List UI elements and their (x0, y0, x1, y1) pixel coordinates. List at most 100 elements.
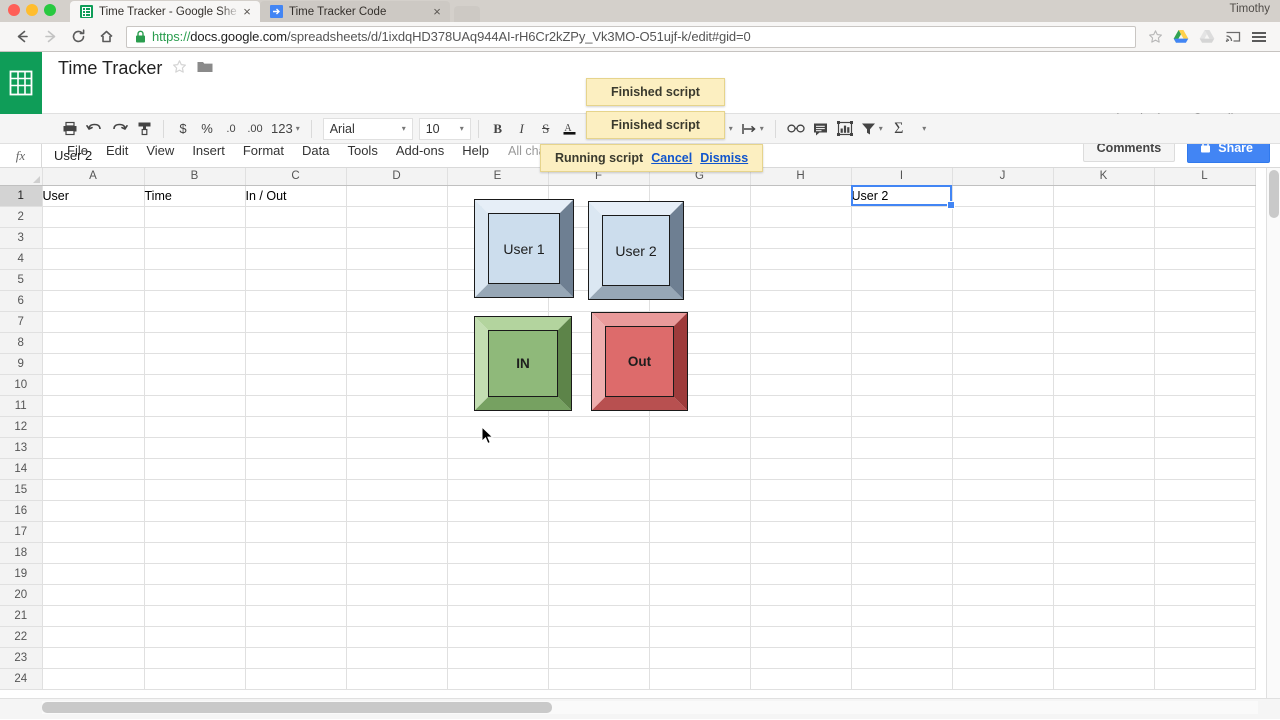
cell-K13[interactable] (1053, 437, 1154, 458)
cell-A15[interactable] (42, 479, 144, 500)
cell-G21[interactable] (649, 605, 750, 626)
cell-L4[interactable] (1154, 248, 1255, 269)
row-header-15[interactable]: 15 (0, 479, 42, 500)
cell-I11[interactable] (851, 395, 952, 416)
cell-H6[interactable] (750, 290, 851, 311)
cell-L7[interactable] (1154, 311, 1255, 332)
cell-D21[interactable] (346, 605, 447, 626)
cell-L6[interactable] (1154, 290, 1255, 311)
column-header-d[interactable]: D (346, 168, 447, 185)
spreadsheet-grid[interactable]: ABCDEFGHIJKL 1UserTimeIn / OutUser 22345… (0, 168, 1280, 698)
insert-link-icon[interactable] (783, 117, 809, 141)
font-family-select[interactable]: Arial ▾ (323, 118, 413, 140)
cell-F23[interactable] (548, 647, 649, 668)
cell-I6[interactable] (851, 290, 952, 311)
sheets-grid-icon[interactable] (0, 52, 42, 114)
cell-I5[interactable] (851, 269, 952, 290)
cell-D10[interactable] (346, 374, 447, 395)
cell-H13[interactable] (750, 437, 851, 458)
toast-cancel-link[interactable]: Cancel (651, 151, 692, 165)
cell-B7[interactable] (144, 311, 245, 332)
cell-B22[interactable] (144, 626, 245, 647)
cell-G15[interactable] (649, 479, 750, 500)
address-bar[interactable]: https://docs.google.com/spreadsheets/d/1… (126, 26, 1136, 48)
cell-D8[interactable] (346, 332, 447, 353)
column-header-e[interactable]: E (447, 168, 548, 185)
cell-L24[interactable] (1154, 668, 1255, 689)
cell-B18[interactable] (144, 542, 245, 563)
browser-tab-sheets[interactable]: Time Tracker - Google She × (70, 1, 260, 22)
cell-B13[interactable] (144, 437, 245, 458)
cell-D7[interactable] (346, 311, 447, 332)
cell-K6[interactable] (1053, 290, 1154, 311)
cell-B16[interactable] (144, 500, 245, 521)
cell-A18[interactable] (42, 542, 144, 563)
folder-icon[interactable] (197, 60, 213, 78)
cell-I22[interactable] (851, 626, 952, 647)
cell-A10[interactable] (42, 374, 144, 395)
cell-A24[interactable] (42, 668, 144, 689)
cell-J22[interactable] (952, 626, 1053, 647)
row-header-21[interactable]: 21 (0, 605, 42, 626)
cell-A13[interactable] (42, 437, 144, 458)
cell-A9[interactable] (42, 353, 144, 374)
cell-I2[interactable] (851, 206, 952, 227)
cell-A17[interactable] (42, 521, 144, 542)
cell-E23[interactable] (447, 647, 548, 668)
cell-H8[interactable] (750, 332, 851, 353)
cell-L12[interactable] (1154, 416, 1255, 437)
cell-K1[interactable] (1053, 185, 1154, 206)
cell-I7[interactable] (851, 311, 952, 332)
cell-H7[interactable] (750, 311, 851, 332)
cell-C9[interactable] (245, 353, 346, 374)
cast-icon[interactable] (1220, 24, 1246, 50)
strikethrough-button[interactable]: S (534, 117, 558, 141)
cell-L22[interactable] (1154, 626, 1255, 647)
paint-format-icon[interactable] (132, 117, 156, 141)
cell-C2[interactable] (245, 206, 346, 227)
drive-gray-icon[interactable] (1194, 24, 1220, 50)
cell-D3[interactable] (346, 227, 447, 248)
cell-K22[interactable] (1053, 626, 1154, 647)
chevron-down-icon[interactable]: ▾ (296, 124, 300, 133)
cell-A19[interactable] (42, 563, 144, 584)
row-header-11[interactable]: 11 (0, 395, 42, 416)
cell-K7[interactable] (1053, 311, 1154, 332)
cell-F14[interactable] (548, 458, 649, 479)
cell-E21[interactable] (447, 605, 548, 626)
cell-L14[interactable] (1154, 458, 1255, 479)
functions-caret[interactable]: ▾ (911, 117, 935, 141)
cell-C24[interactable] (245, 668, 346, 689)
page-title[interactable]: Time Tracker (58, 58, 162, 79)
cell-E12[interactable] (447, 416, 548, 437)
cell-F17[interactable] (548, 521, 649, 542)
cell-F16[interactable] (548, 500, 649, 521)
row-header-5[interactable]: 5 (0, 269, 42, 290)
cell-J12[interactable] (952, 416, 1053, 437)
cell-B2[interactable] (144, 206, 245, 227)
row-header-2[interactable]: 2 (0, 206, 42, 227)
cell-A16[interactable] (42, 500, 144, 521)
cell-H14[interactable] (750, 458, 851, 479)
cell-K12[interactable] (1053, 416, 1154, 437)
cell-F21[interactable] (548, 605, 649, 626)
toast-dismiss-link[interactable]: Dismiss (700, 151, 748, 165)
cell-C8[interactable] (245, 332, 346, 353)
cell-D2[interactable] (346, 206, 447, 227)
cell-K21[interactable] (1053, 605, 1154, 626)
undo-icon[interactable] (82, 117, 107, 141)
increase-decimal-button[interactable]: .00 (243, 117, 267, 141)
cell-B5[interactable] (144, 269, 245, 290)
cell-G18[interactable] (649, 542, 750, 563)
cell-I18[interactable] (851, 542, 952, 563)
filter-icon[interactable]: ▾ (857, 117, 887, 141)
row-header-3[interactable]: 3 (0, 227, 42, 248)
cell-D22[interactable] (346, 626, 447, 647)
bold-button[interactable]: B (486, 117, 510, 141)
cell-D5[interactable] (346, 269, 447, 290)
cell-J15[interactable] (952, 479, 1053, 500)
cell-D16[interactable] (346, 500, 447, 521)
cell-L5[interactable] (1154, 269, 1255, 290)
cell-I10[interactable] (851, 374, 952, 395)
cell-D13[interactable] (346, 437, 447, 458)
